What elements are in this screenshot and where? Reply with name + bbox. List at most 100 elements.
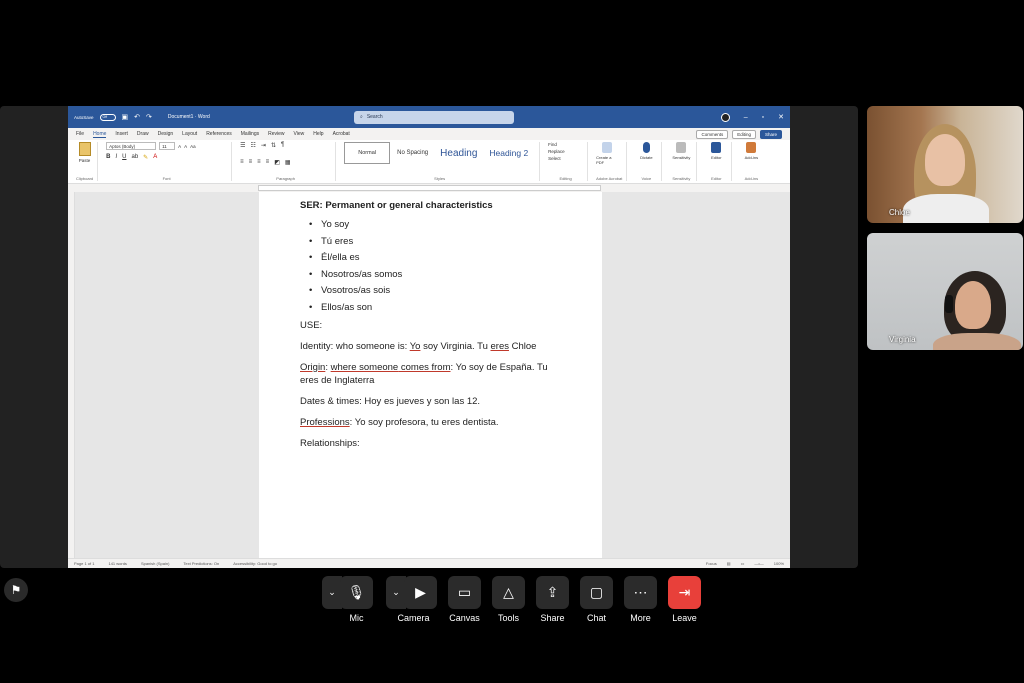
editor-pen-icon xyxy=(711,142,722,153)
vertical-ruler[interactable] xyxy=(68,192,75,558)
leave-icon[interactable]: ⇥ xyxy=(668,576,701,609)
indent-icon[interactable]: ⇥ xyxy=(261,142,266,149)
font-name-select[interactable]: Aptos (Body) xyxy=(106,142,157,150)
tools-shapes-icon[interactable]: △ xyxy=(492,576,525,609)
tab-file[interactable]: File xyxy=(76,131,84,137)
mic-options-chevron[interactable]: ⌄ xyxy=(322,576,342,609)
pilcrow-icon[interactable]: ¶ xyxy=(281,142,284,149)
more-dots-icon[interactable]: ⋯ xyxy=(624,576,657,609)
change-case-icon[interactable]: Aa xyxy=(190,144,196,149)
bullets-icon[interactable]: ☰ xyxy=(240,142,245,149)
focus-button[interactable]: Focus xyxy=(706,561,717,566)
microphone-icon[interactable]: 🎙︎ xyxy=(340,576,373,609)
ruler-bar xyxy=(258,185,601,191)
sensitivity-button[interactable]: Sensitivity xyxy=(670,142,692,160)
maximize-icon[interactable]: ▫ xyxy=(762,114,764,121)
camera-options-chevron[interactable]: ⌄ xyxy=(386,576,406,609)
highlight-icon[interactable]: ✎ xyxy=(143,154,148,161)
mic-label: Mic xyxy=(349,613,364,623)
shading-icon[interactable]: ◩ xyxy=(274,159,280,166)
zoom-level[interactable]: 100% xyxy=(774,561,784,566)
autosave-toggle[interactable]: Off xyxy=(99,113,116,121)
tab-view[interactable]: View xyxy=(294,131,305,137)
canvas-icon[interactable]: ▭ xyxy=(448,576,481,609)
redo-icon[interactable]: ↷ xyxy=(146,113,152,121)
undo-icon[interactable]: ↶ xyxy=(134,113,140,121)
camera-icon[interactable]: ▶︎ xyxy=(404,576,437,609)
web-layout-icon[interactable]: ▭ xyxy=(741,561,745,566)
comments-button[interactable]: Comments xyxy=(696,129,729,139)
chat-control: ▢ Chat xyxy=(580,576,613,623)
minimize-icon[interactable]: – xyxy=(744,114,748,121)
leave-label: Leave xyxy=(672,613,697,623)
create-pdf-button[interactable]: Create a PDF xyxy=(596,142,618,165)
shrink-font-icon[interactable]: A xyxy=(184,144,187,149)
participant-name: Virginia xyxy=(889,335,916,344)
underline-icon[interactable]: U xyxy=(122,154,126,161)
sort-icon[interactable]: ⇅ xyxy=(271,142,276,149)
align-right-icon[interactable]: ≡ xyxy=(257,159,261,166)
word-share-button[interactable]: Share xyxy=(759,129,782,139)
tab-mailings[interactable]: Mailings xyxy=(241,131,259,137)
save-icon[interactable]: ▣ xyxy=(122,113,129,121)
sensitivity-icon xyxy=(676,142,687,153)
participant-tile-virginia[interactable]: Virginia xyxy=(867,233,1023,350)
editing-group: Find Replace Select Editing xyxy=(544,142,589,181)
accessibility-status[interactable]: Accessibility: Good to go xyxy=(233,561,277,566)
word-window: AutoSave Off ▣ ↶ ↷ Document1 · Word ⌕ Se… xyxy=(68,106,790,568)
tab-home[interactable]: Home xyxy=(93,131,107,138)
font-color-icon[interactable]: A xyxy=(153,154,157,161)
sensitivity-group: Sensitivity Sensitivity xyxy=(666,142,698,181)
grow-font-icon[interactable]: A xyxy=(178,144,181,149)
print-layout-icon[interactable]: ▤ xyxy=(727,561,731,566)
style-no-spacing[interactable]: No Spacing xyxy=(392,142,433,164)
document-page[interactable]: SER: Permanent or general characteristic… xyxy=(259,192,602,558)
tab-design[interactable]: Design xyxy=(158,131,174,137)
style-normal[interactable]: Normal xyxy=(344,142,391,164)
word-count[interactable]: 141 words xyxy=(108,561,126,566)
addins-label: Add-ins xyxy=(744,155,759,160)
tab-help[interactable]: Help xyxy=(313,131,323,137)
horizontal-ruler[interactable] xyxy=(68,184,790,192)
editing-mode-button[interactable]: Editing xyxy=(732,129,756,139)
paste-button[interactable]: Paste xyxy=(76,142,93,163)
italic-icon[interactable]: I xyxy=(115,154,117,161)
share-screen-icon[interactable]: ⇪ xyxy=(536,576,569,609)
borders-icon[interactable]: ▦ xyxy=(285,159,291,166)
account-avatar[interactable] xyxy=(720,112,730,122)
font-size-select[interactable]: 11 xyxy=(159,142,176,150)
numbering-icon[interactable]: ☷ xyxy=(251,142,256,149)
tab-layout[interactable]: Layout xyxy=(182,131,197,137)
addins-button[interactable]: Add-ins xyxy=(740,142,762,160)
align-left-icon[interactable]: ≡ xyxy=(240,159,244,166)
language-status[interactable]: Spanish (Spain) xyxy=(141,561,169,566)
dictate-button[interactable]: Dictate xyxy=(635,142,657,160)
replace-button[interactable]: Replace xyxy=(548,149,583,154)
close-icon[interactable]: ✕ xyxy=(778,113,784,121)
origin-comes: comes from xyxy=(398,361,451,373)
select-button[interactable]: Select xyxy=(548,156,583,161)
addins-grid-icon xyxy=(746,142,757,153)
chat-bubble-icon[interactable]: ▢ xyxy=(580,576,613,609)
strikethrough-icon[interactable]: ab xyxy=(131,154,138,161)
tab-draw[interactable]: Draw xyxy=(137,131,149,137)
tab-acrobat[interactable]: Acrobat xyxy=(333,131,350,137)
tab-review[interactable]: Review xyxy=(268,131,284,137)
participant-name: Chloe xyxy=(889,208,910,217)
zoom-slider[interactable]: —•— xyxy=(754,561,763,566)
tab-insert[interactable]: Insert xyxy=(115,131,128,137)
participant-tile-chloe[interactable]: Chloe xyxy=(867,106,1023,223)
page-count[interactable]: Page 1 of 1 xyxy=(74,561,94,566)
search-input[interactable]: ⌕ Search xyxy=(354,110,514,124)
style-heading[interactable]: Heading xyxy=(435,142,482,164)
identity-term: Identity xyxy=(300,340,331,352)
tab-references[interactable]: References xyxy=(206,131,232,137)
predictions-status[interactable]: Text Predictions: On xyxy=(183,561,219,566)
video-call-stage: AutoSave Off ▣ ↶ ↷ Document1 · Word ⌕ Se… xyxy=(0,0,1024,683)
bold-icon[interactable]: B xyxy=(106,154,110,161)
find-button[interactable]: Find xyxy=(548,142,583,147)
editor-button[interactable]: Editor xyxy=(705,142,727,160)
style-heading-2[interactable]: Heading 2 xyxy=(484,142,533,164)
justify-icon[interactable]: ≡ xyxy=(266,159,270,166)
align-center-icon[interactable]: ≡ xyxy=(249,159,253,166)
